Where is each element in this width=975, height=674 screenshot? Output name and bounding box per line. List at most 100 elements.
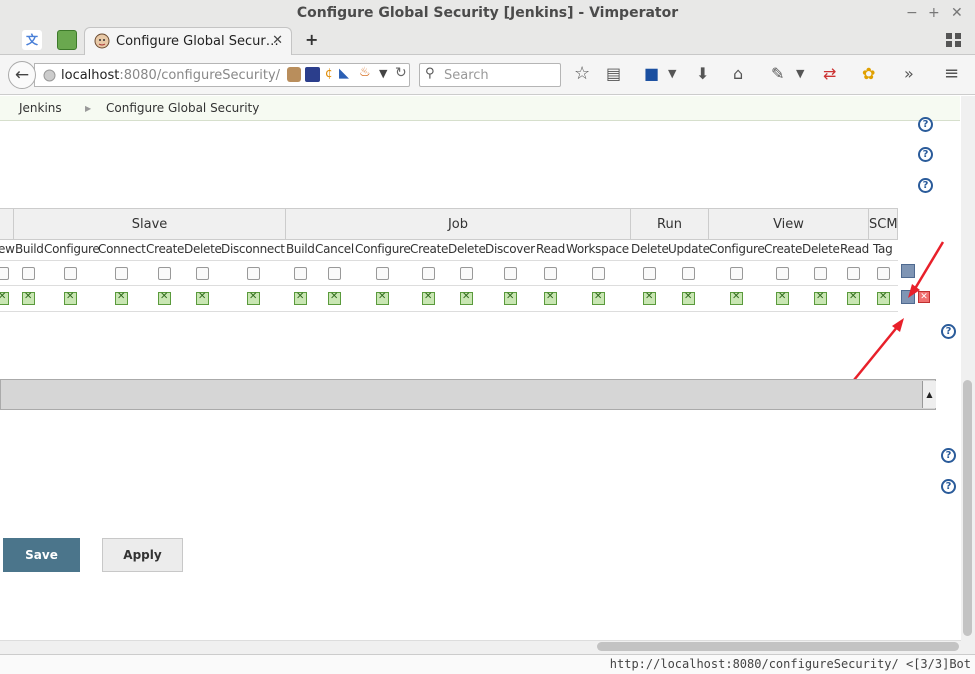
bulb-addon-icon[interactable]: ¢	[325, 66, 333, 80]
tab-groups-icon[interactable]	[946, 33, 962, 48]
permission-header: Update	[668, 242, 710, 256]
permission-checkbox-checked[interactable]	[158, 291, 171, 305]
permission-header: Create	[146, 242, 185, 256]
permission-checkbox[interactable]	[544, 267, 557, 280]
reload-icon[interactable]: ↻	[395, 65, 407, 81]
breadcrumb-jenkins[interactable]: Jenkins	[19, 101, 62, 115]
select-dropdown-arrow-icon[interactable]: ▲	[922, 381, 936, 408]
permission-checkbox[interactable]	[196, 267, 209, 280]
permission-checkbox[interactable]	[504, 267, 517, 280]
home-icon[interactable]: ⌂	[733, 64, 743, 84]
window-titlebar: Configure Global Security [Jenkins] - Vi…	[0, 0, 975, 26]
url-bar[interactable]: localhost:8080/configureSecurity/ ¢ ◣ ♨ …	[34, 63, 410, 87]
permission-checkbox[interactable]	[0, 267, 9, 280]
help-icon[interactable]: ?	[941, 448, 956, 463]
permission-checkbox[interactable]	[776, 267, 789, 280]
vertical-scroll-thumb[interactable]	[963, 380, 972, 636]
horizontal-scroll-thumb[interactable]	[597, 642, 959, 651]
permission-checkbox[interactable]	[460, 267, 473, 280]
globe-icon	[43, 69, 56, 82]
permission-checkbox[interactable]	[64, 267, 77, 280]
new-tab-icon[interactable]: +	[305, 30, 318, 49]
annotation-arrow	[853, 325, 899, 381]
breadcrumb-configure-security[interactable]: Configure Global Security	[106, 101, 259, 115]
tab-close-icon[interactable]: ✕	[272, 33, 283, 48]
permission-checkbox-checked[interactable]	[328, 291, 341, 305]
permission-checkbox[interactable]	[115, 267, 128, 280]
jenkins-addon-icon[interactable]	[287, 67, 301, 82]
permission-checkbox-checked[interactable]	[504, 291, 517, 305]
permission-checkbox-checked[interactable]	[115, 291, 128, 305]
permission-checkbox[interactable]	[814, 267, 827, 280]
help-icon[interactable]: ?	[918, 178, 933, 193]
url-text: localhost:8080/configureSecurity/	[61, 68, 280, 83]
tab-configure-security[interactable]: Configure Global Secur… ✕	[84, 27, 292, 56]
permission-checkbox-checked[interactable]	[64, 291, 77, 305]
save-button[interactable]: Save	[3, 538, 80, 572]
eyedropper-icon[interactable]: ✎	[771, 64, 784, 84]
eclipse-addon-icon[interactable]	[305, 67, 320, 82]
dropdown-arrow-icon[interactable]: ▼	[379, 67, 387, 80]
breadcrumb-separator-icon: ▶	[85, 104, 92, 113]
permission-checkbox-checked[interactable]	[0, 291, 9, 305]
permission-checkbox[interactable]	[376, 267, 389, 280]
help-icon[interactable]: ?	[918, 147, 933, 162]
bookmark-star-icon[interactable]: ☆	[574, 64, 590, 84]
permission-checkbox[interactable]	[328, 267, 341, 280]
permission-checkbox-checked[interactable]	[422, 291, 435, 305]
download-icon[interactable]: ⬇	[696, 64, 709, 84]
permission-checkbox-checked[interactable]	[592, 291, 605, 305]
permission-checkbox-checked[interactable]	[730, 291, 743, 305]
sync-arrows-icon[interactable]: ⇄	[823, 64, 836, 84]
feather-addon-icon[interactable]: ◣	[339, 66, 349, 81]
permission-checkbox-checked[interactable]	[682, 291, 695, 305]
java-addon-icon[interactable]: ♨	[359, 65, 371, 80]
permission-checkbox-checked[interactable]	[376, 291, 389, 305]
apply-button[interactable]: Apply	[102, 538, 183, 572]
permission-checkbox[interactable]	[294, 267, 307, 280]
maximize-icon[interactable]: +	[928, 4, 940, 22]
search-icon: ⚲	[425, 66, 435, 81]
help-icon[interactable]: ?	[941, 479, 956, 494]
help-icon[interactable]: ?	[918, 117, 933, 132]
permission-checkbox-checked[interactable]	[776, 291, 789, 305]
permission-checkbox[interactable]	[682, 267, 695, 280]
eyedropper-menu-arrow-icon[interactable]: ▼	[796, 64, 804, 84]
permission-matrix: Slave Job Run View SCM ew Build Configur…	[0, 208, 898, 312]
permission-checkbox-checked[interactable]	[460, 291, 473, 305]
nav-bar: localhost:8080/configureSecurity/ ¢ ◣ ♨ …	[0, 55, 975, 95]
permission-header: Configure	[355, 242, 411, 256]
permission-checkbox[interactable]	[422, 267, 435, 280]
search-bar[interactable]: ⚲ Search	[419, 63, 561, 87]
permission-checkbox-checked[interactable]	[22, 291, 35, 305]
back-button[interactable]: ←	[8, 61, 36, 89]
permission-checkbox-checked[interactable]	[247, 291, 260, 305]
paw-addon-icon[interactable]: ✿	[862, 64, 875, 84]
permission-checkbox[interactable]	[592, 267, 605, 280]
permission-checkbox-checked[interactable]	[294, 291, 307, 305]
save-disk-icon[interactable]: ■	[644, 64, 659, 84]
minimize-icon[interactable]: −	[906, 4, 918, 22]
evernote-apptab-icon[interactable]	[57, 30, 77, 50]
permission-header: Create	[410, 242, 449, 256]
hamburger-menu-icon[interactable]: ≡	[944, 64, 959, 84]
permission-header: Build	[15, 242, 44, 256]
permission-checkbox[interactable]	[158, 267, 171, 280]
reading-list-icon[interactable]: ▤	[606, 64, 621, 84]
permission-checkbox[interactable]	[247, 267, 260, 280]
matrix-group-slave: Slave	[14, 208, 286, 240]
permission-checkbox[interactable]	[22, 267, 35, 280]
user-group-select[interactable]	[0, 379, 936, 410]
close-window-icon[interactable]: ✕	[951, 4, 963, 22]
permission-checkbox-checked[interactable]	[643, 291, 656, 305]
tab-title: Configure Global Secur…	[116, 34, 279, 49]
permission-checkbox[interactable]	[643, 267, 656, 280]
annotation-arrowhead	[908, 284, 920, 298]
translate-apptab-icon[interactable]: 文	[22, 30, 42, 50]
overflow-chevron-icon[interactable]: »	[904, 64, 914, 84]
permission-checkbox-checked[interactable]	[544, 291, 557, 305]
permission-checkbox-checked[interactable]	[196, 291, 209, 305]
permission-checkbox[interactable]	[730, 267, 743, 280]
save-menu-arrow-icon[interactable]: ▼	[668, 64, 676, 84]
permission-checkbox-checked[interactable]	[814, 291, 827, 305]
